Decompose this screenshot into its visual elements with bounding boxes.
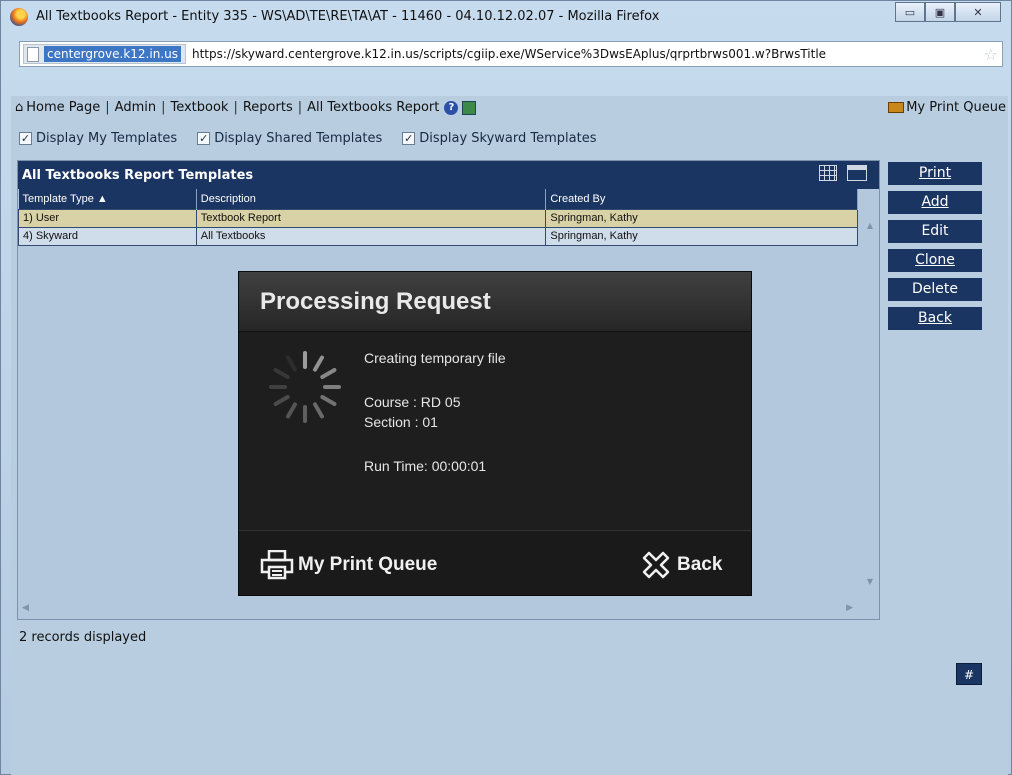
- clone-button-label: Clone: [915, 252, 955, 268]
- column-header-created-by[interactable]: Created By: [545, 189, 858, 209]
- table-row[interactable]: 1) User Textbook Report Springman, Kathy: [18, 208, 858, 228]
- dialog-back-button[interactable]: Back: [641, 550, 722, 580]
- panel-header: All Textbooks Report Templates: [18, 161, 879, 189]
- edit-button-label: Edit: [921, 223, 949, 239]
- checkbox-my-templates[interactable]: ✓: [19, 132, 32, 145]
- home-icon[interactable]: ⌂: [15, 100, 23, 115]
- templates-table: Template Type ▲ Description Created By 1…: [18, 189, 858, 246]
- grid-settings-icon[interactable]: [819, 165, 837, 181]
- site-identity[interactable]: centergrove.k12.in.us: [23, 44, 186, 64]
- filter-label: Display Skyward Templates: [419, 131, 597, 146]
- print-button[interactable]: Print: [888, 162, 982, 185]
- nav-reports[interactable]: Reports: [243, 100, 293, 115]
- cell-description: All Textbooks: [195, 226, 547, 246]
- address-bar[interactable]: centergrove.k12.in.us https://skyward.ce…: [19, 41, 1003, 67]
- export-icon[interactable]: [462, 100, 477, 115]
- filter-skyward-templates[interactable]: ✓ Display Skyward Templates: [402, 131, 597, 146]
- dialog-print-queue-label: My Print Queue: [298, 554, 438, 575]
- filter-label: Display Shared Templates: [214, 131, 383, 146]
- checkbox-skyward-templates[interactable]: ✓: [402, 132, 416, 145]
- scroll-up-arrow-icon[interactable]: ▲: [867, 221, 873, 230]
- panel-title: All Textbooks Report Templates: [22, 167, 254, 183]
- bookmark-star-icon[interactable]: ☆: [984, 45, 998, 64]
- nav-admin[interactable]: Admin: [115, 100, 156, 115]
- records-count: 2 records displayed: [19, 630, 147, 645]
- window-title: All Textbooks Report - Entity 335 - WS\A…: [36, 9, 660, 24]
- printer-icon: [260, 550, 294, 580]
- nav-separator: |: [105, 100, 110, 115]
- back-button[interactable]: Back: [888, 307, 982, 330]
- hash-button[interactable]: #: [956, 663, 982, 685]
- dialog-footer: My Print Queue Back: [239, 530, 751, 595]
- edit-button[interactable]: Edit: [888, 220, 982, 243]
- nav-textbook[interactable]: Textbook: [170, 100, 228, 115]
- dialog-title: Processing Request: [260, 288, 491, 315]
- print-queue-label: My Print Queue: [906, 100, 1006, 115]
- print-grid-icon[interactable]: [847, 165, 867, 181]
- scroll-left-arrow-icon[interactable]: ◀: [22, 603, 29, 613]
- breadcrumb: ⌂ Home Page | Admin | Textbook | Reports…: [15, 100, 477, 115]
- table-row[interactable]: 4) Skyward All Textbooks Springman, Kath…: [18, 226, 858, 246]
- loading-spinner-icon: [265, 347, 345, 427]
- course-text: Course : RD 05: [364, 394, 461, 410]
- cell-template-type: 4) Skyward: [18, 226, 197, 246]
- page-icon: [27, 46, 39, 62]
- back-button-label: Back: [918, 310, 952, 326]
- nav-separator: |: [297, 100, 303, 115]
- help-icon[interactable]: ?: [444, 100, 459, 115]
- processing-dialog: Processing Request Creating temporary fi…: [238, 271, 752, 596]
- dialog-back-label: Back: [677, 554, 723, 575]
- checkbox-shared-templates[interactable]: ✓: [197, 132, 211, 145]
- close-button[interactable]: ✕: [955, 2, 1001, 22]
- column-header-description[interactable]: Description: [196, 189, 547, 209]
- cell-description: Textbook Report: [195, 208, 547, 228]
- scroll-down-arrow-icon[interactable]: ▼: [867, 577, 873, 586]
- title-bar: All Textbooks Report - Entity 335 - WS\A…: [1, 1, 1011, 33]
- nav-separator: |: [161, 100, 166, 115]
- cell-template-type: 1) User: [18, 208, 197, 228]
- nav-current-page: All Textbooks Report: [307, 100, 440, 115]
- firefox-icon: [10, 8, 28, 26]
- url-field[interactable]: https://skyward.centergrove.k12.in.us/sc…: [192, 47, 940, 61]
- printer-icon: [888, 102, 905, 113]
- filter-my-templates[interactable]: ✓ Display My Templates: [19, 131, 177, 146]
- action-buttons: Print Add Edit Clone Delete Back: [888, 162, 982, 336]
- maximize-button[interactable]: ▣: [925, 2, 955, 22]
- nav-separator: |: [233, 100, 238, 115]
- filter-shared-templates[interactable]: ✓ Display Shared Templates: [197, 131, 382, 146]
- minimize-button[interactable]: ▭: [895, 2, 925, 22]
- delete-button[interactable]: Delete: [888, 278, 982, 301]
- nav-home[interactable]: Home Page: [26, 100, 100, 115]
- window-controls: ▭ ▣ ✕: [895, 2, 1001, 22]
- delete-button-label: Delete: [912, 281, 958, 297]
- run-time-text: Run Time: 00:00:01: [364, 458, 487, 474]
- filter-label: Display My Templates: [36, 131, 178, 146]
- print-button-label: Print: [918, 165, 952, 181]
- browser-window: All Textbooks Report - Entity 335 - WS\A…: [0, 0, 1012, 775]
- clone-button[interactable]: Clone: [888, 249, 982, 272]
- status-text: Creating temporary file: [364, 350, 506, 366]
- site-host: centergrove.k12.in.us: [44, 46, 181, 62]
- section-text: Section : 01: [364, 414, 438, 430]
- template-filters: ✓ Display My Templates ✓ Display Shared …: [19, 131, 617, 146]
- add-button-label: Add: [921, 194, 949, 210]
- add-button[interactable]: Add: [888, 191, 982, 214]
- horizontal-scrollbar[interactable]: ◀ ▶: [18, 601, 879, 619]
- dialog-print-queue-button[interactable]: My Print Queue: [260, 550, 437, 580]
- column-header-template-type[interactable]: Template Type ▲: [18, 189, 197, 209]
- scroll-right-arrow-icon[interactable]: ▶: [846, 603, 853, 613]
- cell-created-by: Springman, Kathy: [545, 208, 858, 228]
- my-print-queue-link[interactable]: My Print Queue: [888, 100, 1006, 115]
- cell-created-by: Springman, Kathy: [545, 226, 858, 246]
- close-x-icon: [642, 551, 670, 579]
